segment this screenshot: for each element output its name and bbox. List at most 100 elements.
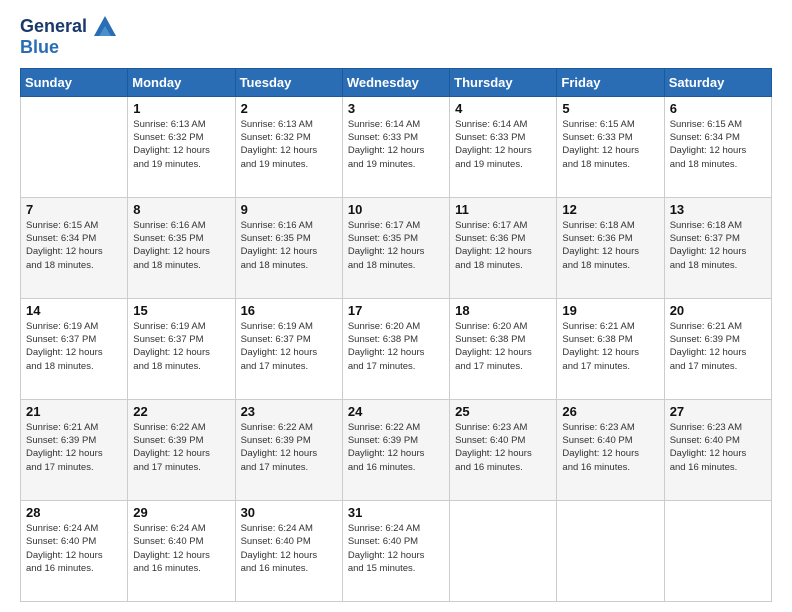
calendar-cell: 10 Sunrise: 6:17 AM Sunset: 6:35 PM Dayli… xyxy=(342,197,449,298)
calendar-cell: 23 Sunrise: 6:22 AM Sunset: 6:39 PM Dayli… xyxy=(235,399,342,500)
calendar-cell: 5 Sunrise: 6:15 AM Sunset: 6:33 PM Daylig… xyxy=(557,96,664,197)
week-row-1: 1Sunrise: 6:13 AM Sunset: 6:32 PM Daylig… xyxy=(21,96,772,197)
day-info: Sunrise: 6:21 AM Sunset: 6:38 PM Dayligh… xyxy=(562,320,658,373)
page: General Blue SundayMondayTuesdayWednesda… xyxy=(0,0,792,612)
day-info: Sunrise: 6:17 AM Sunset: 6:36 PM Dayligh… xyxy=(455,219,551,272)
day-number: 7 xyxy=(26,202,122,217)
day-number: 19 xyxy=(562,303,658,318)
day-info: Sunrise: 6:20 AM Sunset: 6:38 PM Dayligh… xyxy=(455,320,551,373)
calendar-cell xyxy=(557,500,664,601)
calendar-cell: 30 Sunrise: 6:24 AM Sunset: 6:40 PM Dayli… xyxy=(235,500,342,601)
day-info: Sunrise: 6:24 AM Sunset: 6:40 PM Dayligh… xyxy=(241,522,337,575)
day-number: 6 xyxy=(670,101,766,116)
calendar-cell: 22 Sunrise: 6:22 AM Sunset: 6:39 PM Dayli… xyxy=(128,399,235,500)
calendar-cell: 18 Sunrise: 6:20 AM Sunset: 6:38 PM Dayli… xyxy=(450,298,557,399)
day-info: Sunrise: 6:22 AM Sunset: 6:39 PM Dayligh… xyxy=(348,421,444,474)
column-header-saturday: Saturday xyxy=(664,68,771,96)
day-number: 2 xyxy=(241,101,337,116)
day-number: 29 xyxy=(133,505,229,520)
day-info: Sunrise: 6:20 AM Sunset: 6:38 PM Dayligh… xyxy=(348,320,444,373)
calendar-cell: 8 Sunrise: 6:16 AM Sunset: 6:35 PM Daylig… xyxy=(128,197,235,298)
day-number: 22 xyxy=(133,404,229,419)
day-info: Sunrise: 6:24 AM Sunset: 6:40 PM Dayligh… xyxy=(133,522,229,575)
week-row-4: 21Sunrise: 6:21 AM Sunset: 6:39 PM Dayli… xyxy=(21,399,772,500)
day-info: Sunrise: 6:19 AM Sunset: 6:37 PM Dayligh… xyxy=(133,320,229,373)
calendar-cell: 11 Sunrise: 6:17 AM Sunset: 6:36 PM Dayli… xyxy=(450,197,557,298)
day-number: 30 xyxy=(241,505,337,520)
day-number: 8 xyxy=(133,202,229,217)
column-header-friday: Friday xyxy=(557,68,664,96)
calendar-table: SundayMondayTuesdayWednesdayThursdayFrid… xyxy=(20,68,772,602)
logo: General Blue xyxy=(20,16,116,58)
day-number: 24 xyxy=(348,404,444,419)
logo-blue: Blue xyxy=(20,38,116,58)
calendar-cell: 31 Sunrise: 6:24 AM Sunset: 6:40 PM Dayli… xyxy=(342,500,449,601)
week-row-5: 28Sunrise: 6:24 AM Sunset: 6:40 PM Dayli… xyxy=(21,500,772,601)
calendar-cell: 3 Sunrise: 6:14 AM Sunset: 6:33 PM Daylig… xyxy=(342,96,449,197)
day-info: Sunrise: 6:21 AM Sunset: 6:39 PM Dayligh… xyxy=(670,320,766,373)
day-number: 15 xyxy=(133,303,229,318)
day-info: Sunrise: 6:15 AM Sunset: 6:34 PM Dayligh… xyxy=(670,118,766,171)
calendar-cell: 2 Sunrise: 6:13 AM Sunset: 6:32 PM Daylig… xyxy=(235,96,342,197)
calendar-cell: 16 Sunrise: 6:19 AM Sunset: 6:37 PM Dayli… xyxy=(235,298,342,399)
day-info: Sunrise: 6:14 AM Sunset: 6:33 PM Dayligh… xyxy=(348,118,444,171)
day-number: 25 xyxy=(455,404,551,419)
column-header-thursday: Thursday xyxy=(450,68,557,96)
day-info: Sunrise: 6:18 AM Sunset: 6:37 PM Dayligh… xyxy=(670,219,766,272)
day-number: 9 xyxy=(241,202,337,217)
day-info: Sunrise: 6:23 AM Sunset: 6:40 PM Dayligh… xyxy=(562,421,658,474)
calendar-cell: 19 Sunrise: 6:21 AM Sunset: 6:38 PM Dayli… xyxy=(557,298,664,399)
day-number: 20 xyxy=(670,303,766,318)
day-info: Sunrise: 6:15 AM Sunset: 6:33 PM Dayligh… xyxy=(562,118,658,171)
calendar-cell xyxy=(21,96,128,197)
day-number: 5 xyxy=(562,101,658,116)
day-info: Sunrise: 6:22 AM Sunset: 6:39 PM Dayligh… xyxy=(133,421,229,474)
column-header-sunday: Sunday xyxy=(21,68,128,96)
column-header-monday: Monday xyxy=(128,68,235,96)
calendar-cell: 27 Sunrise: 6:23 AM Sunset: 6:40 PM Dayli… xyxy=(664,399,771,500)
day-info: Sunrise: 6:13 AM Sunset: 6:32 PM Dayligh… xyxy=(241,118,337,171)
day-number: 23 xyxy=(241,404,337,419)
day-number: 16 xyxy=(241,303,337,318)
calendar-cell: 15 Sunrise: 6:19 AM Sunset: 6:37 PM Dayli… xyxy=(128,298,235,399)
day-number: 12 xyxy=(562,202,658,217)
week-row-3: 14Sunrise: 6:19 AM Sunset: 6:37 PM Dayli… xyxy=(21,298,772,399)
calendar-cell: 17 Sunrise: 6:20 AM Sunset: 6:38 PM Dayli… xyxy=(342,298,449,399)
day-info: Sunrise: 6:23 AM Sunset: 6:40 PM Dayligh… xyxy=(455,421,551,474)
day-number: 27 xyxy=(670,404,766,419)
logo-general: General xyxy=(20,16,87,36)
day-info: Sunrise: 6:16 AM Sunset: 6:35 PM Dayligh… xyxy=(133,219,229,272)
day-number: 21 xyxy=(26,404,122,419)
day-info: Sunrise: 6:23 AM Sunset: 6:40 PM Dayligh… xyxy=(670,421,766,474)
day-info: Sunrise: 6:13 AM Sunset: 6:32 PM Dayligh… xyxy=(133,118,229,171)
day-number: 11 xyxy=(455,202,551,217)
column-header-wednesday: Wednesday xyxy=(342,68,449,96)
calendar-cell: 28Sunrise: 6:24 AM Sunset: 6:40 PM Dayli… xyxy=(21,500,128,601)
calendar-cell: 29 Sunrise: 6:24 AM Sunset: 6:40 PM Dayli… xyxy=(128,500,235,601)
day-info: Sunrise: 6:17 AM Sunset: 6:35 PM Dayligh… xyxy=(348,219,444,272)
day-number: 26 xyxy=(562,404,658,419)
column-header-tuesday: Tuesday xyxy=(235,68,342,96)
day-info: Sunrise: 6:15 AM Sunset: 6:34 PM Dayligh… xyxy=(26,219,122,272)
day-info: Sunrise: 6:19 AM Sunset: 6:37 PM Dayligh… xyxy=(26,320,122,373)
day-number: 17 xyxy=(348,303,444,318)
calendar-cell: 14Sunrise: 6:19 AM Sunset: 6:37 PM Dayli… xyxy=(21,298,128,399)
day-number: 13 xyxy=(670,202,766,217)
day-number: 10 xyxy=(348,202,444,217)
day-info: Sunrise: 6:19 AM Sunset: 6:37 PM Dayligh… xyxy=(241,320,337,373)
day-info: Sunrise: 6:24 AM Sunset: 6:40 PM Dayligh… xyxy=(348,522,444,575)
day-info: Sunrise: 6:24 AM Sunset: 6:40 PM Dayligh… xyxy=(26,522,122,575)
calendar-cell: 26 Sunrise: 6:23 AM Sunset: 6:40 PM Dayli… xyxy=(557,399,664,500)
calendar-cell: 6 Sunrise: 6:15 AM Sunset: 6:34 PM Daylig… xyxy=(664,96,771,197)
day-number: 31 xyxy=(348,505,444,520)
calendar-cell: 7 Sunrise: 6:15 AM Sunset: 6:34 PM Daylig… xyxy=(21,197,128,298)
day-number: 18 xyxy=(455,303,551,318)
day-info: Sunrise: 6:16 AM Sunset: 6:35 PM Dayligh… xyxy=(241,219,337,272)
calendar-cell: 21Sunrise: 6:21 AM Sunset: 6:39 PM Dayli… xyxy=(21,399,128,500)
week-row-2: 7 Sunrise: 6:15 AM Sunset: 6:34 PM Daylig… xyxy=(21,197,772,298)
day-info: Sunrise: 6:18 AM Sunset: 6:36 PM Dayligh… xyxy=(562,219,658,272)
calendar-cell: 1Sunrise: 6:13 AM Sunset: 6:32 PM Daylig… xyxy=(128,96,235,197)
day-info: Sunrise: 6:22 AM Sunset: 6:39 PM Dayligh… xyxy=(241,421,337,474)
calendar-cell: 4Sunrise: 6:14 AM Sunset: 6:33 PM Daylig… xyxy=(450,96,557,197)
day-number: 3 xyxy=(348,101,444,116)
